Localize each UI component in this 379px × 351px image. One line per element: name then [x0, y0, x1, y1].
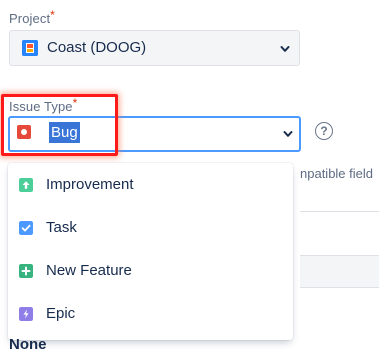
background-field [300, 255, 379, 288]
epic-icon [19, 307, 33, 321]
background-partial-text: npatible field [300, 166, 373, 181]
dropdown-option-new-feature[interactable]: New Feature [8, 249, 293, 292]
task-icon [19, 221, 33, 235]
chevron-down-icon [280, 46, 290, 52]
dropdown-option-label: New Feature [46, 262, 132, 279]
required-mark: * [50, 8, 55, 22]
dropdown-option-epic[interactable]: Epic [8, 292, 293, 335]
improvement-icon [19, 178, 33, 192]
issue-type-input-value[interactable]: Bug [49, 122, 80, 143]
chevron-down-icon [283, 131, 293, 137]
dropdown-option-task[interactable]: Task [8, 206, 293, 249]
issue-type-dropdown: Improvement Task New Feature Epic [8, 163, 293, 340]
divider [300, 211, 379, 212]
dropdown-option-label: Task [46, 219, 77, 236]
project-select[interactable]: Coast (DOOG) [9, 30, 300, 66]
bug-icon [17, 125, 31, 139]
help-icon[interactable]: ? [315, 122, 333, 140]
dropdown-option-label: Improvement [46, 176, 134, 193]
dropdown-option-improvement[interactable]: Improvement [8, 163, 293, 206]
new-feature-icon [19, 264, 33, 278]
project-select-value: Coast (DOOG) [47, 39, 147, 56]
issue-type-label: Issue Type* [9, 96, 78, 114]
project-avatar-icon [22, 40, 38, 56]
project-label: Project* [9, 8, 55, 26]
none-value-label: None [9, 336, 47, 351]
dropdown-option-label: Epic [46, 305, 76, 322]
project-label-text: Project [9, 11, 51, 26]
create-issue-form: Project* Coast (DOOG) Issue Type* Bug ? … [0, 0, 379, 351]
required-mark: * [72, 96, 78, 110]
issue-type-label-text: Issue Type [9, 99, 73, 114]
